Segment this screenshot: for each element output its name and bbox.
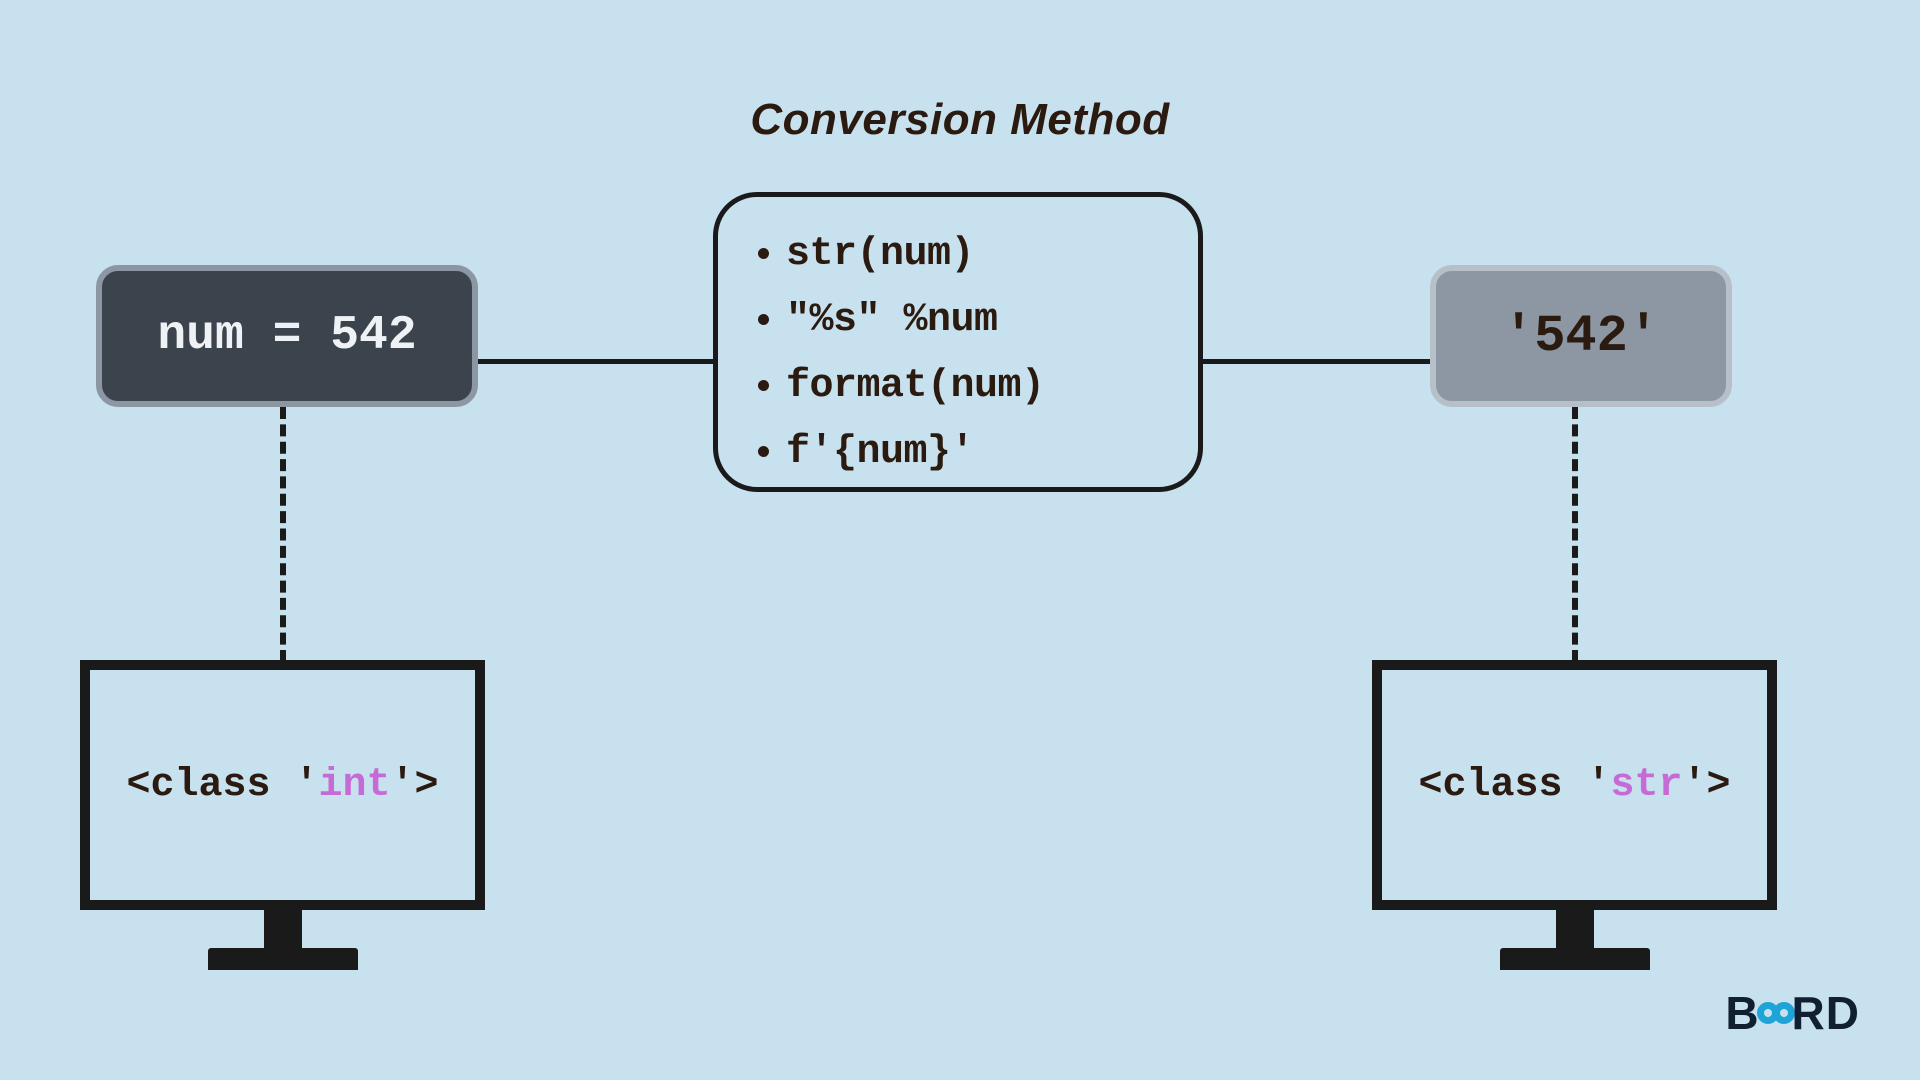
infinity-icon [1757,1002,1795,1024]
method-item: "%s" %num [786,291,1160,351]
input-value-text: num = 542 [157,309,416,363]
monitor-left-screen: <class 'int'> [80,660,485,910]
type-display-right: <class 'str'> [1418,763,1730,808]
output-value-text: '542' [1503,307,1659,366]
logo-prefix: B [1725,986,1759,1040]
method-item: format(num) [786,357,1160,417]
connector-dashed-left [280,407,286,662]
monitor-neck [1556,910,1594,948]
output-value-box: '542' [1430,265,1732,407]
monitor-left: <class 'int'> [80,660,485,970]
monitor-base [1500,948,1650,970]
diagram-title: Conversion Method [0,95,1920,145]
monitor-right-screen: <class 'str'> [1372,660,1777,910]
monitor-right: <class 'str'> [1372,660,1777,970]
type-suffix: '> [391,763,439,808]
monitor-base [208,948,358,970]
conversion-methods-box: str(num) "%s" %num format(num) f'{num}' [713,192,1203,492]
type-prefix: <class ' [1418,763,1610,808]
type-display-left: <class 'int'> [126,763,438,808]
logo-suffix: RD [1792,986,1860,1040]
monitor-neck [264,910,302,948]
method-item: f'{num}' [786,423,1160,483]
method-item: str(num) [786,225,1160,285]
type-prefix: <class ' [126,763,318,808]
type-suffix: '> [1683,763,1731,808]
type-keyword: str [1611,763,1683,808]
type-keyword: int [319,763,391,808]
connector-dashed-right [1572,407,1578,662]
input-value-box: num = 542 [96,265,478,407]
brand-logo: B RD [1725,986,1860,1040]
